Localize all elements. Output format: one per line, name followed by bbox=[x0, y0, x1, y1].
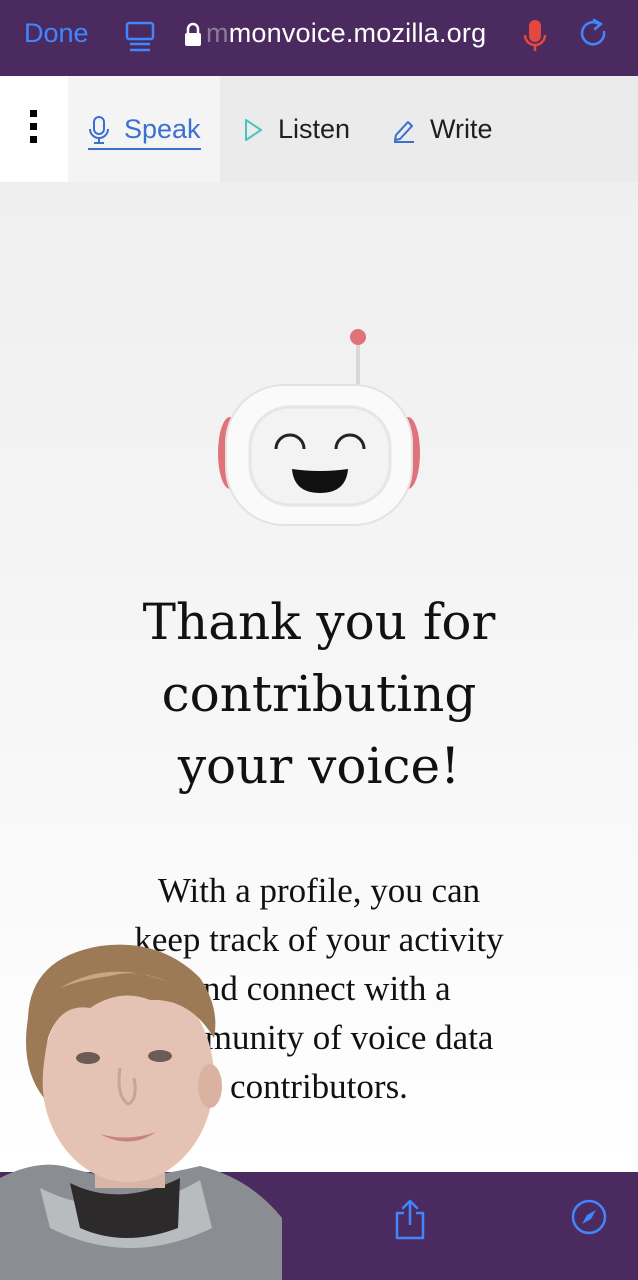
done-button[interactable]: Done bbox=[24, 18, 89, 49]
share-icon[interactable] bbox=[392, 1198, 428, 1247]
tab-speak[interactable]: Speak bbox=[88, 114, 201, 150]
tab-listen[interactable]: Listen bbox=[242, 114, 350, 145]
browser-address-bar: Done mmonvoice.mozilla.org bbox=[0, 0, 638, 76]
tab-write[interactable]: Write bbox=[392, 114, 493, 145]
url-text[interactable]: mmonvoice.mozilla.org bbox=[206, 18, 486, 49]
tab-speak-label: Speak bbox=[124, 114, 201, 144]
tab-listen-label: Listen bbox=[278, 114, 351, 144]
contribute-nav: Speak Listen Write bbox=[0, 76, 638, 182]
lock-icon bbox=[184, 22, 202, 53]
more-vertical-icon bbox=[30, 110, 38, 149]
tab-write-label: Write bbox=[430, 114, 493, 144]
compass-icon[interactable] bbox=[570, 1198, 608, 1241]
microphone-icon bbox=[89, 115, 109, 144]
thank-you-heading: Thank you for contributing your voice! bbox=[40, 586, 598, 802]
menu-button[interactable] bbox=[0, 76, 68, 182]
pencil-icon bbox=[394, 120, 414, 143]
heading-line: your voice! bbox=[177, 737, 461, 795]
heading-line: contributing bbox=[161, 665, 477, 723]
reader-icon[interactable] bbox=[124, 20, 156, 59]
app-screen: Done mmonvoice.mozilla.org Speak Listen … bbox=[0, 0, 638, 1280]
url-domain: monvoice.mozilla.org bbox=[228, 18, 487, 48]
reload-icon[interactable] bbox=[580, 18, 610, 57]
robot-mascot-icon bbox=[218, 329, 420, 526]
webcam-overlay bbox=[0, 944, 282, 1280]
microphone-icon[interactable] bbox=[522, 18, 548, 59]
url-faded-text: m bbox=[206, 18, 229, 48]
heading-line: Thank you for bbox=[142, 593, 496, 651]
play-icon bbox=[245, 118, 262, 141]
body-line: With a profile, you can bbox=[157, 871, 481, 910]
